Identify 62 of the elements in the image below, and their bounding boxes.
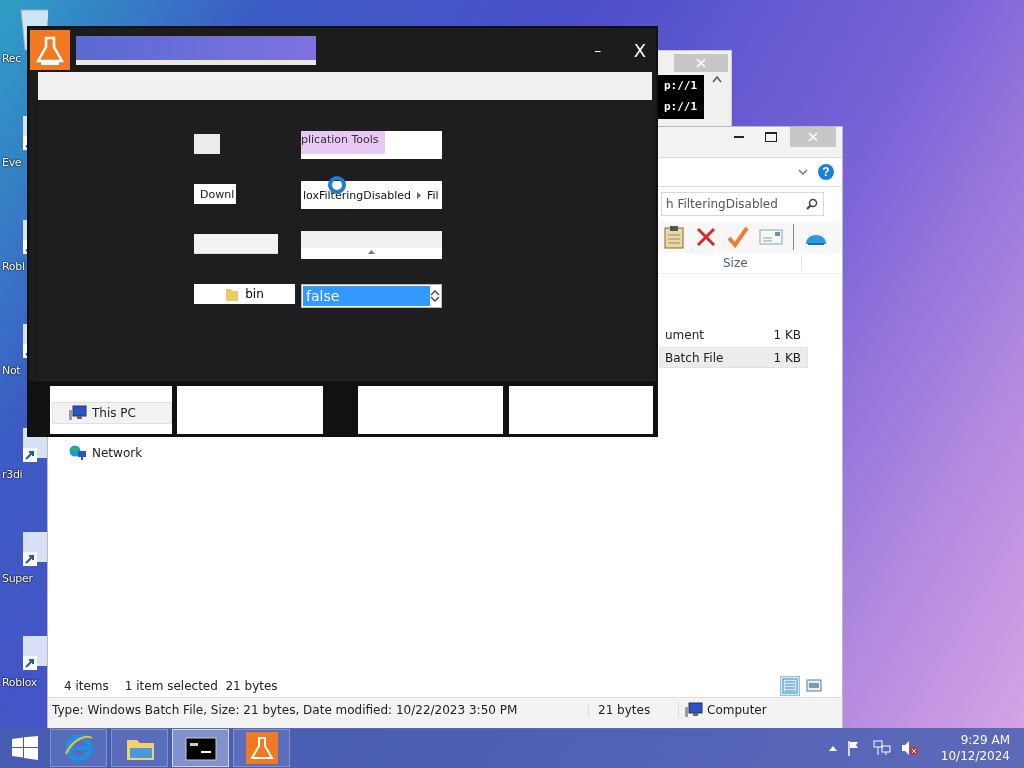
- file-details: Type: Windows Batch File, Size: 21 bytes, Date modified: 10/22/2023 3:50 PM: [51, 703, 519, 717]
- close-button[interactable]: X: [633, 39, 646, 61]
- speaker-muted-icon[interactable]: [900, 740, 919, 756]
- folder-button[interactable]: bin: [194, 284, 295, 304]
- clipboard-icon[interactable]: [663, 225, 685, 249]
- file-row[interactable]: Batch File 1 KB: [659, 347, 808, 368]
- clock[interactable]: 9:29 AM 10/12/2024: [940, 732, 1010, 764]
- desktop-icon-label[interactable]: Roblox: [2, 676, 38, 689]
- column-header[interactable]: Size: [723, 256, 802, 270]
- desktop-icon-label[interactable]: Eve: [2, 156, 22, 169]
- desktop-icon-label[interactable]: Super: [2, 572, 33, 585]
- location-label: Computer: [707, 703, 767, 717]
- breadcrumb-item[interactable]: Fil: [427, 188, 439, 202]
- network-icon[interactable]: [872, 740, 891, 756]
- maximize-icon: [765, 132, 777, 142]
- collapse-field[interactable]: [301, 231, 442, 259]
- flask-icon: [245, 732, 278, 764]
- nav-item[interactable]: Network: [52, 442, 172, 464]
- close-icon: [696, 58, 706, 68]
- envelope-icon[interactable]: [759, 228, 783, 246]
- minimize-button[interactable]: –: [587, 42, 608, 58]
- console-line: p://1: [664, 79, 698, 92]
- search-field[interactable]: h FilteringDisabled: [661, 192, 824, 216]
- nav-item[interactable]: This PC: [52, 402, 172, 424]
- chevron-right-icon: [417, 191, 421, 199]
- text-field[interactable]: plication Tools: [301, 131, 442, 159]
- chevron-up-icon[interactable]: [828, 745, 837, 751]
- details-view-icon: [782, 678, 798, 694]
- large-icons-view-icon: [806, 678, 822, 694]
- computer-icon: [685, 702, 703, 718]
- breadcrumb-item[interactable]: loxFilteringDisabled: [303, 188, 411, 202]
- selection-info: 1 item selected 21 bytes: [124, 679, 278, 693]
- computer-icon: [69, 405, 87, 421]
- spin-arrows-icon[interactable]: [430, 289, 440, 303]
- clock-date: 10/12/2024: [940, 748, 1010, 764]
- console-line: p://1: [664, 100, 698, 113]
- scroll-up-icon[interactable]: [712, 75, 722, 83]
- file-size: 21 bytes: [588, 703, 678, 717]
- search-icon: [806, 198, 818, 210]
- chevron-down-icon[interactable]: [798, 168, 808, 176]
- help-button[interactable]: ?: [818, 164, 834, 180]
- blank-field[interactable]: [194, 134, 220, 154]
- blank-field[interactable]: [194, 234, 278, 254]
- text-field[interactable]: Downl: [194, 184, 236, 204]
- windows-logo-icon: [12, 736, 38, 760]
- close-icon: [808, 132, 818, 142]
- frame-divider: [653, 386, 655, 434]
- desktop-icon-label[interactable]: Not: [2, 364, 21, 377]
- minimize-icon: [734, 136, 744, 138]
- file-row[interactable]: ument 1 KB: [659, 324, 808, 345]
- clock-time: 9:29 AM: [960, 732, 1010, 748]
- desktop-icon-label[interactable]: Robl: [2, 260, 25, 273]
- taskbar-button[interactable]: [172, 729, 229, 767]
- network-icon: [69, 445, 87, 461]
- checkmark-icon[interactable]: [727, 226, 749, 248]
- desktop-icon-label[interactable]: r3di: [2, 468, 23, 481]
- folder-icon: [225, 286, 240, 302]
- breadcrumb-field[interactable]: loxFilteringDisabled Fil: [301, 181, 442, 209]
- delete-icon[interactable]: [695, 226, 717, 248]
- browser-icon: [62, 732, 95, 764]
- item-count: 4 items: [64, 679, 109, 693]
- flask-icon: [30, 30, 70, 70]
